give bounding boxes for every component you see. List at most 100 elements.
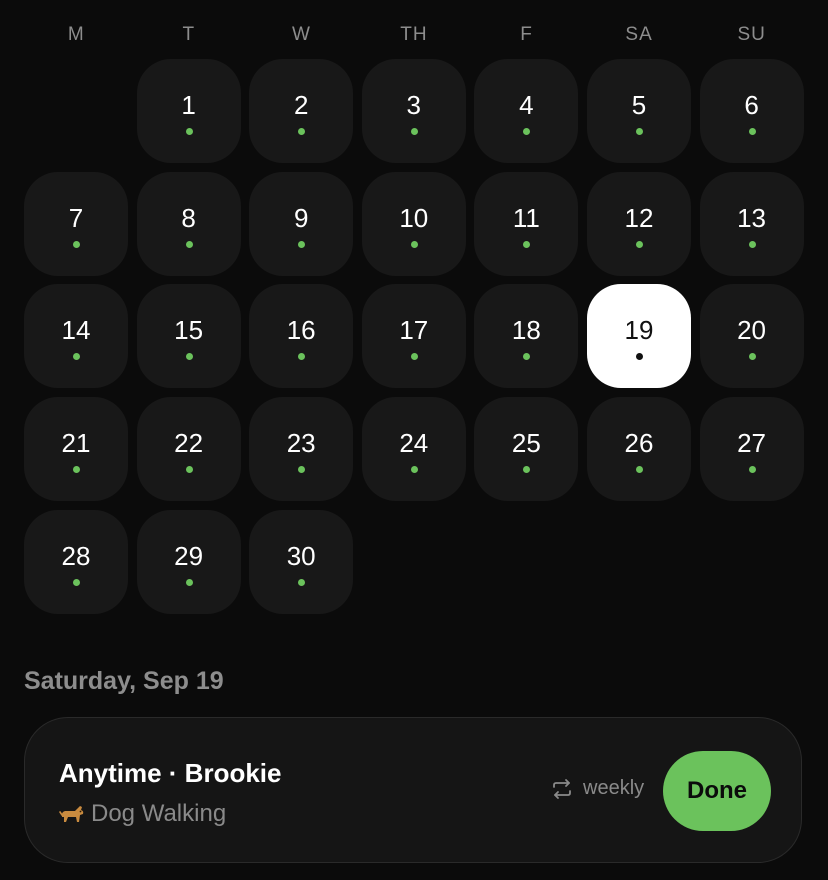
calendar-day[interactable]: 22 — [136, 397, 241, 502]
weekday-label: TH — [400, 24, 428, 45]
task-indicator-dot — [185, 353, 193, 361]
calendar-day[interactable]: 8 — [136, 171, 241, 276]
day-number: 21 — [61, 428, 91, 459]
task-indicator-dot — [185, 240, 193, 248]
calendar-day[interactable]: 13 — [699, 171, 804, 276]
day-number: 5 — [631, 90, 647, 120]
calendar-day[interactable]: 2 — [249, 59, 354, 163]
repeat-label: weekly — [583, 777, 645, 799]
weekday-label: SA — [625, 24, 653, 45]
calendar-day[interactable]: 1 — [136, 59, 241, 163]
day-number: 14 — [61, 315, 91, 346]
done-button[interactable]: Done — [663, 751, 771, 831]
calendar-day[interactable]: 9 — [249, 171, 354, 276]
task-indicator-dot — [185, 466, 193, 474]
task-indicator-dot — [298, 240, 306, 248]
task-indicator-dot — [635, 466, 643, 474]
calendar-day[interactable]: 7 — [24, 171, 128, 276]
calendar-day[interactable]: 6 — [699, 59, 804, 163]
calendar-day[interactable]: 27 — [699, 397, 804, 502]
task-indicator-dot — [410, 466, 418, 474]
calendar-day[interactable]: 5 — [586, 59, 691, 163]
task-indicator-dot — [748, 240, 756, 248]
day-number: 1 — [181, 90, 196, 120]
day-number: 22 — [174, 428, 204, 459]
day-number: 9 — [293, 202, 309, 233]
weekday-label: SU — [737, 24, 766, 45]
calendar-day[interactable]: 24 — [361, 397, 466, 502]
weekday-label: F — [520, 24, 533, 45]
weekday-header: M T W TH F SA SU — [20, 24, 808, 50]
task-card[interactable]: Anytime · Brookie Dog Walking weekly Don… — [24, 717, 802, 863]
day-number: 7 — [68, 202, 84, 233]
task-category-label: Dog Walking — [91, 800, 227, 827]
calendar-day[interactable]: 12 — [586, 171, 691, 276]
day-number: 17 — [399, 315, 429, 346]
day-number: 2 — [293, 90, 309, 120]
day-number: 19 — [624, 315, 654, 346]
calendar-day-selected[interactable]: 19 — [586, 284, 691, 389]
task-indicator-dot — [73, 240, 80, 248]
calendar-day[interactable]: 26 — [586, 397, 691, 502]
day-number: 4 — [519, 90, 534, 120]
calendar-day[interactable]: 10 — [361, 171, 466, 276]
day-number: 18 — [511, 315, 541, 346]
calendar-day[interactable]: 16 — [249, 284, 354, 389]
task-indicator-dot — [748, 128, 756, 135]
task-indicator-dot — [298, 466, 306, 474]
calendar-day[interactable]: 23 — [249, 397, 354, 502]
task-indicator-dot — [185, 578, 193, 586]
calendar-day[interactable]: 4 — [474, 59, 579, 163]
calendar-screen: M T W TH F SA SU 1 2 3 4 5 6 7 8 9 10 11 12 13 14 15 16… — [0, 0, 828, 880]
task-indicator-dot — [410, 240, 418, 248]
weekday-label: M — [67, 24, 85, 45]
day-number: 12 — [624, 202, 654, 233]
task-indicator-dot — [298, 353, 306, 361]
task-indicator-dot — [73, 466, 80, 474]
day-number: 10 — [399, 202, 429, 233]
empty-day-slot — [24, 59, 128, 163]
task-category: Dog Walking — [59, 800, 226, 828]
task-indicator-dot — [410, 353, 418, 361]
day-number: 15 — [174, 315, 204, 346]
weekday-label: T — [182, 24, 196, 45]
task-indicator-dot — [73, 353, 80, 361]
calendar-day[interactable]: 17 — [361, 284, 466, 389]
task-indicator-dot — [298, 578, 306, 586]
repeat-indicator: weekly — [551, 777, 644, 800]
repeat-icon — [551, 778, 573, 800]
calendar-grid: 1 2 3 4 5 6 7 8 9 10 11 12 13 14 15 16 17 18 19 20 21 22 23 24 2… — [24, 59, 804, 614]
calendar-day[interactable]: 30 — [249, 509, 354, 614]
calendar-day[interactable]: 20 — [699, 284, 804, 389]
calendar-day[interactable]: 25 — [474, 397, 579, 502]
calendar-day[interactable]: 29 — [136, 509, 241, 614]
day-number: 30 — [286, 540, 316, 571]
day-number: 28 — [61, 540, 91, 571]
task-indicator-dot — [523, 240, 531, 248]
task-indicator-dot — [748, 466, 756, 474]
day-number: 11 — [512, 202, 540, 233]
day-number: 16 — [286, 315, 316, 346]
task-indicator-dot — [185, 128, 193, 135]
task-indicator-dot — [298, 128, 306, 135]
task-indicator-dot — [635, 353, 643, 361]
task-indicator-dot — [748, 353, 756, 361]
day-number: 6 — [744, 90, 759, 120]
calendar-day[interactable]: 15 — [136, 284, 241, 389]
weekday-label: W — [291, 24, 311, 45]
day-number: 29 — [174, 540, 204, 571]
calendar-day[interactable]: 18 — [474, 284, 579, 389]
calendar-day[interactable]: 14 — [24, 284, 128, 389]
calendar-day[interactable]: 11 — [474, 171, 579, 276]
task-indicator-dot — [410, 128, 418, 135]
calendar-day[interactable]: 28 — [24, 509, 128, 614]
task-title: Anytime · Brookie — [59, 758, 282, 788]
task-indicator-dot — [523, 353, 531, 361]
day-number: 26 — [624, 428, 654, 459]
day-number: 8 — [181, 202, 196, 233]
selected-date-heading: Saturday, Sep 19 — [24, 667, 224, 695]
day-number: 23 — [286, 428, 316, 459]
calendar-day[interactable]: 3 — [361, 59, 466, 163]
calendar-day[interactable]: 21 — [24, 397, 128, 502]
day-number: 24 — [399, 428, 429, 459]
